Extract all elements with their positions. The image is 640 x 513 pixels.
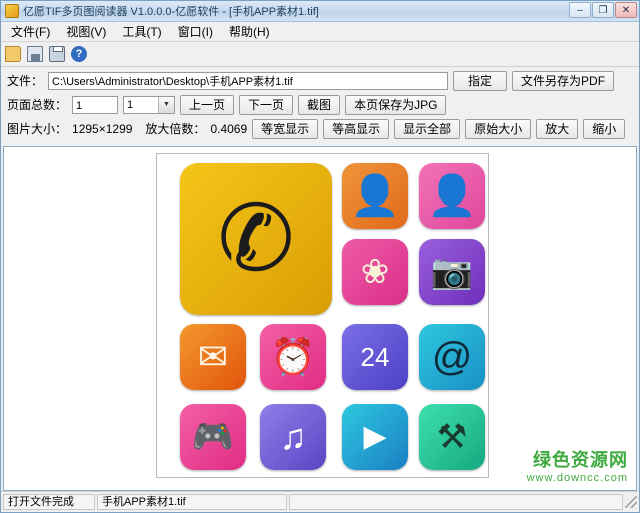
status-spacer [289,494,623,510]
open-icon[interactable] [5,46,21,62]
zoom-factor-label: 放大倍数： [145,122,206,136]
save-page-jpg-button[interactable]: 本页保存为JPG [345,94,447,115]
zoom-out-button[interactable]: 缩小 [583,118,626,139]
mail-icon: ✉ [180,324,246,390]
page-select-value: 1 [127,98,134,111]
menu-help[interactable]: 帮助(H) [221,22,278,41]
photo-gallery-icon-glyph: ❀ [360,253,390,291]
watermark-main-text: 绿色资源网 [533,450,628,470]
fit-width-button[interactable]: 等宽显示 [252,118,319,139]
save-icon[interactable] [27,46,43,62]
contact-male-icon: 👤 [342,163,408,229]
email-at-icon: @ [419,324,485,390]
app-icon-grid: ✆ 👤 👤 ❀ 📷 ✉ ⏰ 24 @ 🎮 ♫ ▶ ⚒ [157,154,488,477]
game-controller-icon: 🎮 [180,404,246,470]
file-path-input[interactable]: C:\Users\Administrator\Desktop\手机APP素材1.… [48,71,449,90]
contact-female-icon: 👤 [419,163,485,229]
zoom-in-button[interactable]: 放大 [536,118,579,139]
music-note-icon: ♫ [260,404,326,470]
prev-page-button[interactable]: 上一页 [180,94,235,115]
page-total-label: 页面总数： [7,98,68,112]
window-controls: – ❐ ✕ [569,2,637,18]
video-player-icon-glyph: ▶ [363,420,387,453]
close-button[interactable]: ✕ [615,2,637,18]
chevron-down-icon[interactable]: ▼ [158,96,175,113]
calendar-icon: 24 [342,324,408,390]
title-bar: 亿愿TIF多页图阅读器 V1.0.0.0-亿愿软件 - [手机APP素材1.ti… [1,1,639,22]
music-note-icon-glyph: ♫ [279,416,307,457]
contact-male-icon-glyph: 👤 [350,174,400,218]
file-row: 文件： C:\Users\Administrator\Desktop\手机APP… [7,70,633,91]
icon-toolbar: ? [1,42,639,67]
help-icon[interactable]: ? [71,46,87,62]
show-all-button[interactable]: 显示全部 [394,118,461,139]
print-icon[interactable] [49,46,65,62]
game-controller-icon-glyph: 🎮 [191,418,235,456]
control-panel: 文件： C:\Users\Administrator\Desktop\手机APP… [1,67,639,146]
window-title: 亿愿TIF多页图阅读器 V1.0.0.0-亿愿软件 - [手机APP素材1.ti… [23,6,319,18]
phone-call-icon-glyph: ✆ [217,188,295,290]
status-message: 打开文件完成 [3,494,95,510]
image-size-value: 1295×1299 [72,121,133,136]
restore-button[interactable]: ❐ [592,2,614,18]
phone-call-icon: ✆ [180,163,332,315]
alarm-clock-icon-glyph: ⏰ [270,336,316,377]
image-size-label: 图片大小： [7,122,68,136]
camera-icon-glyph: 📷 [430,253,474,291]
tools-settings-icon: ⚒ [419,404,485,470]
status-bar: 打开文件完成 手机APP素材1.tif [1,491,639,512]
site-watermark: 绿色资源网 www.downcc.com [527,446,628,484]
calendar-icon-glyph: 24 [360,342,390,372]
fit-height-button[interactable]: 等高显示 [323,118,390,139]
menu-view[interactable]: 视图(V) [58,22,114,41]
locate-button[interactable]: 指定 [453,70,508,91]
camera-icon: 📷 [419,239,485,305]
image-viewer[interactable]: ✆ 👤 👤 ❀ 📷 ✉ ⏰ 24 @ 🎮 ♫ ▶ ⚒ 绿色资源网 www.downcc.com [3,146,637,491]
tif-page-canvas: ✆ 👤 👤 ❀ 📷 ✉ ⏰ 24 @ 🎮 ♫ ▶ ⚒ [156,153,489,478]
capture-button[interactable]: 截图 [298,94,341,115]
save-as-pdf-button[interactable]: 文件另存为PDF [512,70,615,91]
menu-tools[interactable]: 工具(T) [114,22,169,41]
contact-female-icon-glyph: 👤 [427,174,477,218]
photo-gallery-icon: ❀ [342,239,408,305]
menu-window[interactable]: 窗口(I) [170,22,221,41]
application-window: 亿愿TIF多页图阅读器 V1.0.0.0-亿愿软件 - [手机APP素材1.ti… [0,0,640,513]
watermark-sub-text: www.downcc.com [526,472,628,484]
page-row: 页面总数： 1 1 ▼ 上一页 下一页 截图 本页保存为JPG [7,94,633,115]
zoom-row: 图片大小： 1295×1299 放大倍数： 0.4069 等宽显示 等高显示 显… [7,118,633,139]
menu-file[interactable]: 文件(F) [3,22,58,41]
menu-bar: 文件(F) 视图(V) 工具(T) 窗口(I) 帮助(H) [1,22,639,42]
tools-settings-icon-glyph: ⚒ [436,418,468,456]
minimize-button[interactable]: – [569,2,591,18]
zoom-factor-value: 0.4069 [210,121,248,136]
video-player-icon: ▶ [342,404,408,470]
file-label: 文件： [7,74,44,88]
mail-icon-glyph: ✉ [197,336,229,377]
original-size-button[interactable]: 原始大小 [465,118,532,139]
next-page-button[interactable]: 下一页 [239,94,294,115]
app-logo-icon [5,4,19,18]
resize-grip-icon[interactable] [625,496,637,508]
email-at-icon-glyph: @ [431,335,473,379]
status-filename: 手机APP素材1.tif [97,494,287,510]
alarm-clock-icon: ⏰ [260,324,326,390]
page-total-value: 1 [72,95,119,114]
page-select[interactable]: 1 ▼ [123,95,176,114]
